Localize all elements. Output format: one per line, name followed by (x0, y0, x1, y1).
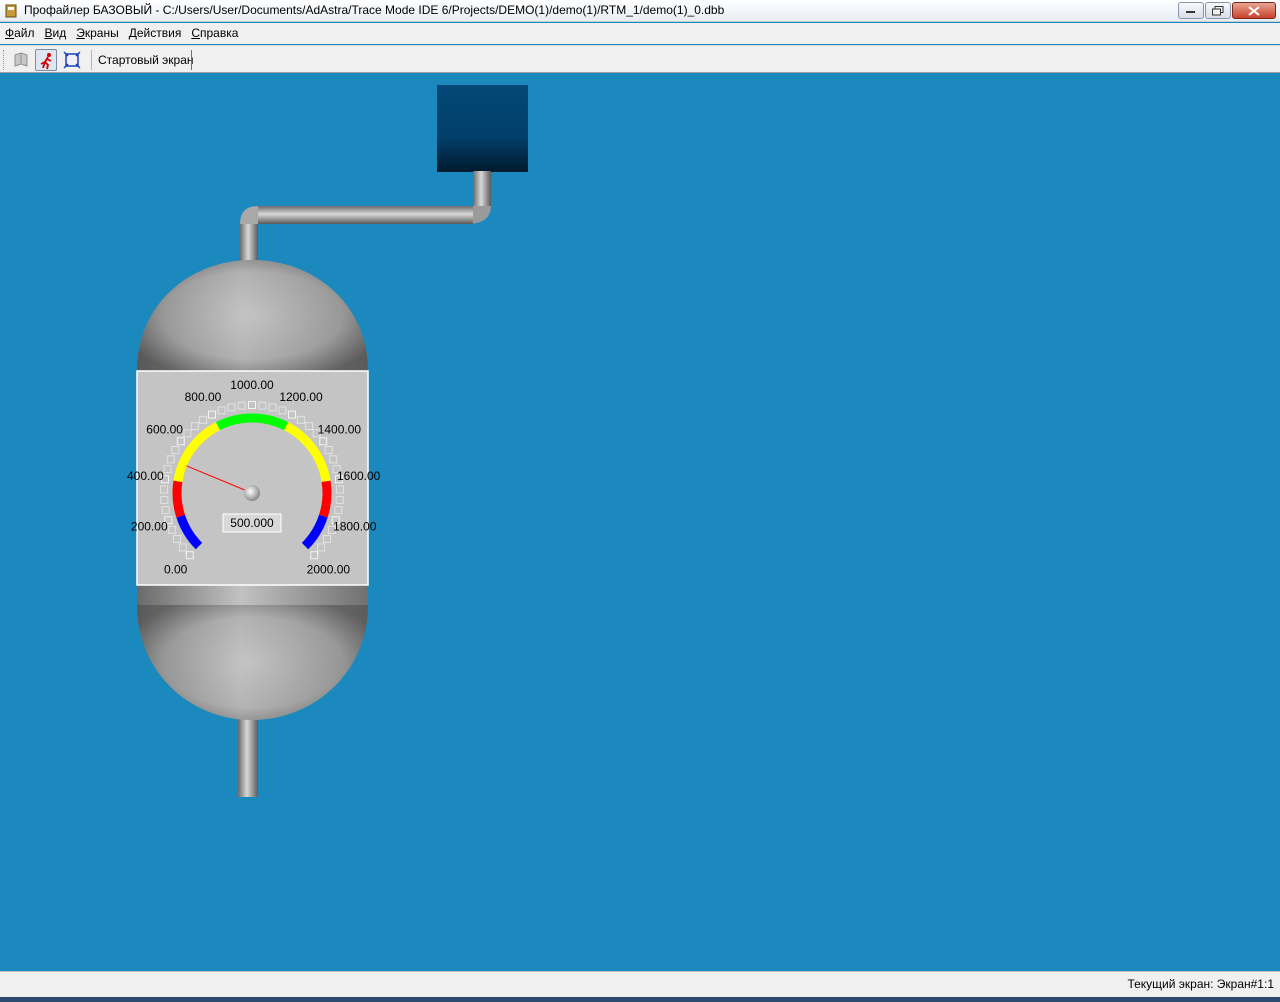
gauge-tick-label: 400.00 (127, 469, 164, 483)
mnemonic-canvas: 0.00 200.00 400.00 600.00 800.00 1000.00 1200.… (0, 74, 1280, 971)
gauge-tick-label: 800.00 (185, 390, 222, 404)
status-bar: Текущий экран: Экран#1:1 (0, 971, 1280, 997)
gauge-tick-label: 0.00 (164, 562, 188, 576)
window-title: Профайлер БАЗОВЫЙ - C:/Users/User/Docume… (24, 3, 725, 17)
book-icon (14, 52, 28, 67)
menu-screens[interactable]: Экраны (71, 23, 123, 44)
gauge-tick-label: 1000.00 (230, 378, 274, 392)
current-screen-status: Текущий экран: Экран#1:1 (1127, 977, 1274, 991)
title-bar: Профайлер БАЗОВЫЙ - C:/Users/User/Docume… (0, 0, 1280, 22)
toolbar-grip[interactable] (3, 50, 6, 70)
menu-help[interactable]: Справка (186, 23, 243, 44)
app-icon (5, 4, 17, 18)
close-icon (1248, 5, 1260, 16)
minimize-icon (1186, 10, 1195, 13)
minimize-button[interactable] (1178, 2, 1204, 19)
pipe-segment (473, 171, 491, 207)
menu-view[interactable]: Вид (40, 23, 72, 44)
gauge-tick-label: 1200.00 (279, 390, 323, 404)
running-man-icon (40, 53, 52, 70)
toolbar-separator (91, 50, 92, 70)
menu-bar: Файл Вид Экраны Действия Справка (0, 23, 1280, 44)
toolbar: Стартовый экран (0, 45, 1280, 73)
close-button[interactable] (1232, 2, 1276, 19)
storage-box[interactable] (437, 85, 528, 172)
outlet-pipe (238, 714, 258, 797)
gauge-tick-label: 1800.00 (333, 519, 377, 533)
gauge-tick-label: 2000.00 (307, 562, 351, 576)
gauge-zone (172, 480, 186, 518)
gauge-tick-label: 1400.00 (318, 423, 362, 437)
pipe-elbow (240, 206, 258, 224)
toolbar-separator (191, 50, 192, 70)
process-scene: 0.00 200.00 400.00 600.00 800.00 1000.00 1200.… (127, 85, 528, 797)
vessel-top-cap (137, 260, 368, 371)
restore-button[interactable] (1205, 2, 1231, 19)
taskbar (0, 997, 1280, 1002)
open-button[interactable] (10, 49, 32, 71)
gauge-hub (244, 485, 260, 501)
gauge-tick-label: 1600.00 (337, 469, 381, 483)
gauge-tick-label: 200.00 (131, 519, 168, 533)
menu-file[interactable]: Файл (0, 23, 40, 44)
start-screen-label[interactable]: Стартовый экран (98, 53, 194, 67)
gauge-value: 500.000 (230, 516, 274, 530)
menu-actions[interactable]: Действия (124, 23, 187, 44)
run-button[interactable] (35, 49, 57, 71)
gauge-zone (318, 480, 332, 518)
fit-screen-icon (63, 51, 81, 69)
gauge-panel (136, 370, 369, 586)
fit-screen-button[interactable] (61, 49, 83, 71)
vessel-bottom-cap (137, 605, 368, 720)
restore-icon (1212, 5, 1224, 15)
pipe-segment (258, 206, 473, 224)
gauge-tick-label: 600.00 (146, 423, 183, 437)
